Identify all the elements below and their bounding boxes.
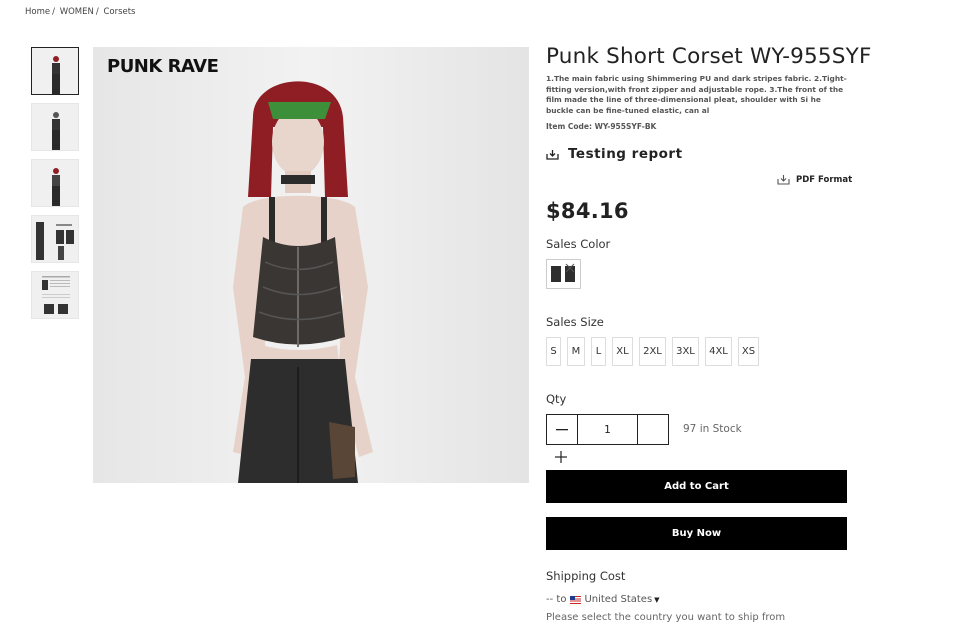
main-product-image[interactable]: PUNK RAVE — [93, 47, 529, 483]
size-option[interactable]: S — [546, 337, 561, 366]
buy-now-button[interactable]: Buy Now — [546, 517, 847, 550]
ship-to-prefix: -- to — [546, 594, 567, 605]
size-option[interactable]: XS — [738, 337, 759, 366]
product-thumbnail[interactable] — [31, 271, 79, 319]
breadcrumb: Home / WOMEN / Corsets — [25, 7, 138, 17]
ship-to-selector[interactable]: -- to United States ▼ — [546, 594, 660, 605]
download-tray-icon — [777, 175, 790, 185]
shipping-note: Please select the country you want to sh… — [546, 612, 786, 623]
model-illustration — [93, 47, 529, 483]
stock-count: 97 in Stock — [683, 423, 742, 435]
product-price: $84.16 — [546, 199, 629, 223]
us-flag-icon — [570, 595, 582, 604]
brand-logo: PUNK RAVE — [107, 56, 219, 77]
breadcrumb-separator: / — [52, 7, 55, 17]
pdf-format-link[interactable]: PDF Format — [777, 174, 852, 185]
product-description: 1.The main fabric using Shimmering PU an… — [546, 74, 847, 115]
caret-down-icon: ▼ — [654, 595, 660, 604]
product-thumbnail[interactable] — [31, 103, 79, 151]
quantity-input[interactable]: 1 — [577, 415, 638, 444]
quantity-stepper: 1 — [546, 414, 669, 445]
product-info: Punk Short Corset WY-955SYF 1.The main f… — [546, 44, 872, 131]
size-option[interactable]: 4XL — [705, 337, 732, 366]
product-thumbnail[interactable] — [31, 47, 79, 95]
plus-icon[interactable] — [555, 451, 567, 463]
breadcrumb-separator: / — [95, 7, 99, 17]
size-option[interactable]: XL — [612, 337, 633, 366]
size-options: S M L XL 2XL 3XL 4XL XS — [546, 337, 765, 366]
breadcrumb-corsets[interactable]: Corsets — [103, 7, 135, 17]
product-title: Punk Short Corset WY-955SYF — [546, 44, 872, 69]
size-option[interactable]: 2XL — [639, 337, 666, 366]
item-code: Item Code: WY-955SYF-BK — [546, 122, 657, 131]
minus-icon — [556, 428, 568, 430]
download-tray-icon — [546, 149, 559, 160]
shipping-cost-label: Shipping Cost — [546, 569, 626, 583]
pdf-format-label: PDF Format — [796, 174, 853, 185]
size-option[interactable]: 3XL — [672, 337, 699, 366]
ship-country: United States — [584, 594, 653, 605]
product-thumbnail[interactable] — [31, 159, 79, 207]
sales-color-label: Sales Color — [546, 237, 611, 251]
product-thumbnail[interactable] — [31, 215, 79, 263]
sales-size-label: Sales Size — [546, 315, 604, 329]
color-swatch[interactable] — [546, 259, 581, 289]
size-option[interactable]: L — [591, 337, 606, 366]
decrement-button[interactable] — [547, 415, 577, 444]
thumbnail-list — [31, 47, 80, 327]
testing-report-label: Testing report — [568, 146, 683, 162]
breadcrumb-women[interactable]: WOMEN — [60, 7, 94, 17]
testing-report-link[interactable]: Testing report — [546, 146, 683, 162]
qty-label: Qty — [546, 392, 567, 406]
size-option[interactable]: M — [567, 337, 585, 366]
increment-button-slot[interactable] — [638, 415, 668, 444]
breadcrumb-home[interactable]: Home — [25, 7, 50, 17]
add-to-cart-button[interactable]: Add to Cart — [546, 470, 847, 503]
